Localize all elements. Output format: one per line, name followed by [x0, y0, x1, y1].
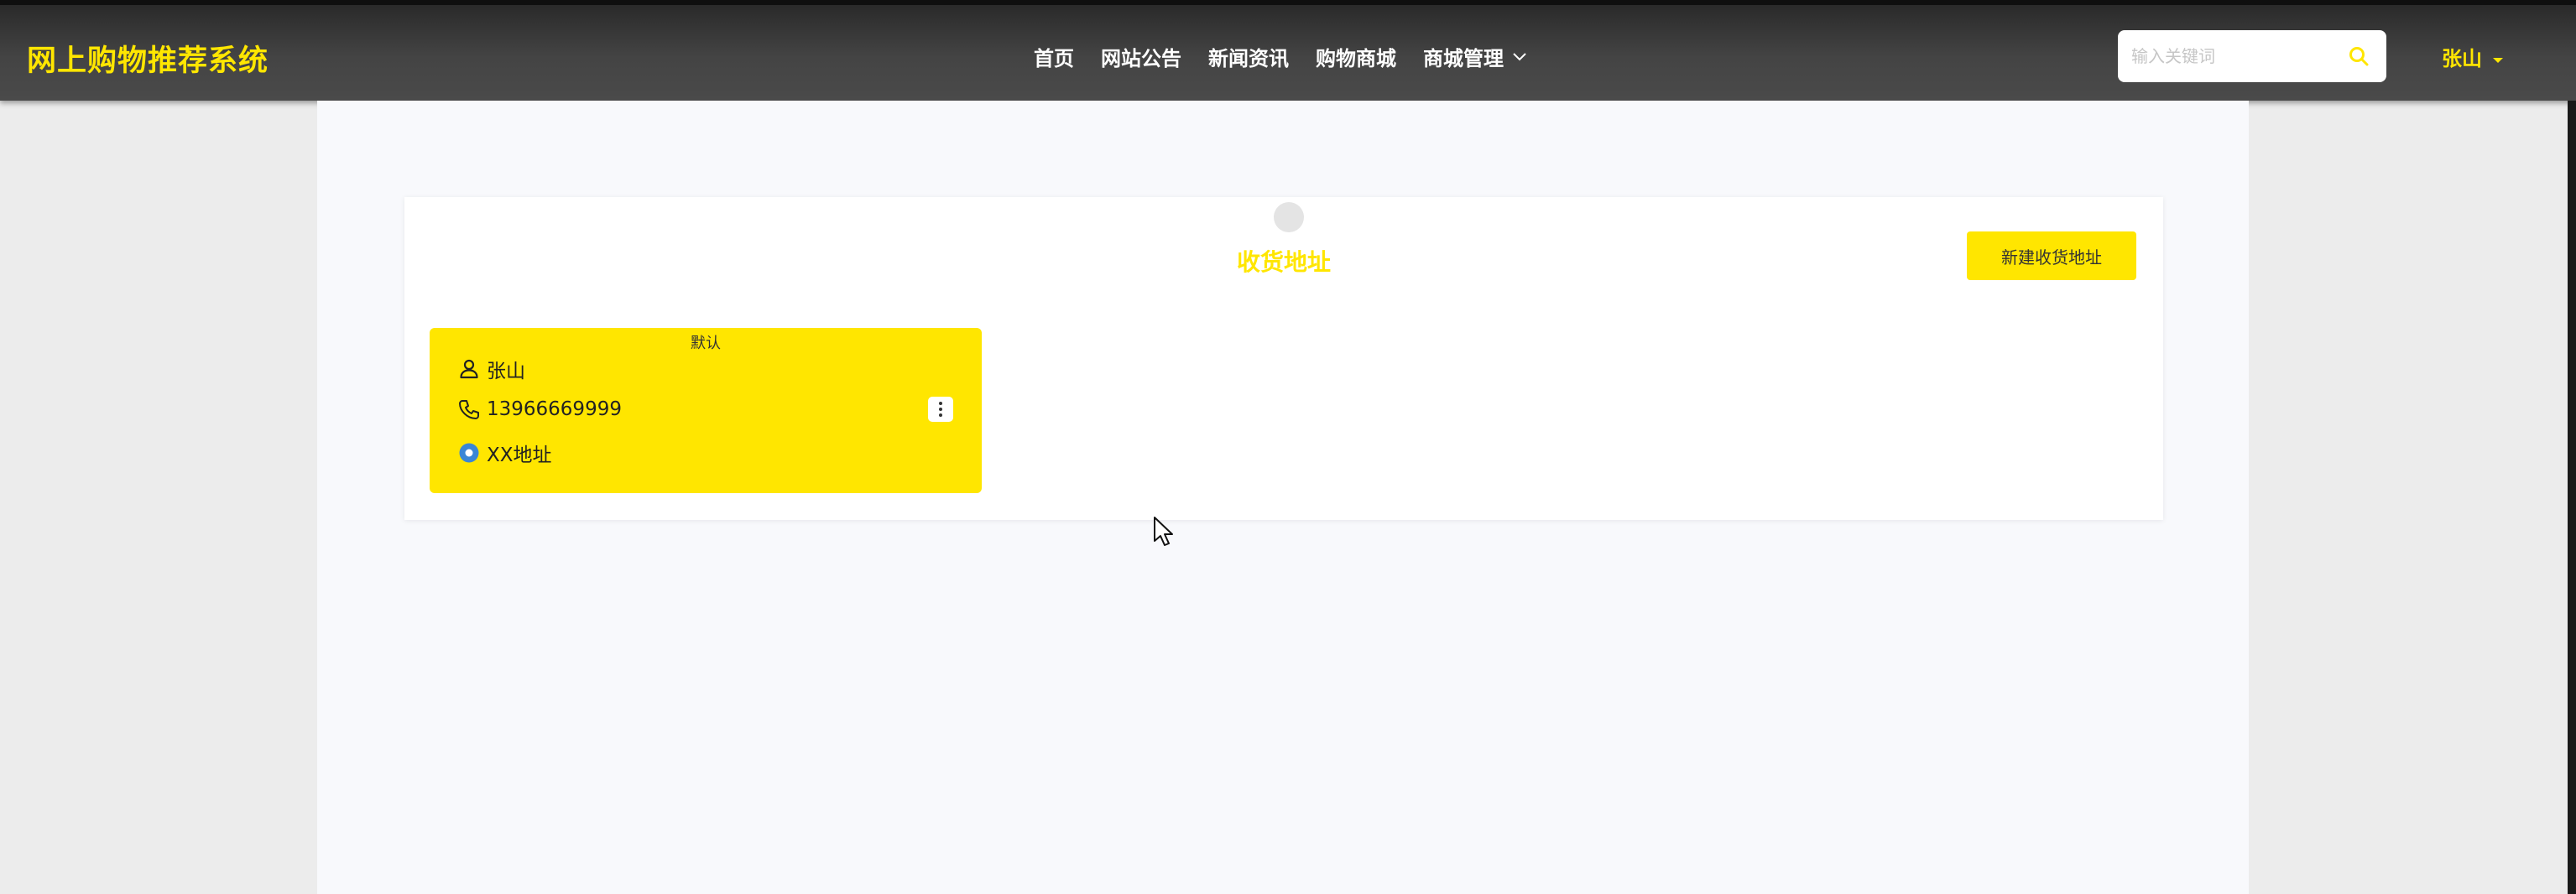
nav-news[interactable]: 新闻资讯	[1208, 42, 1289, 71]
more-vertical-icon[interactable]	[928, 397, 953, 422]
main-content: 收货地址 新建收货地址 默认 张山 13966669999 XX地址	[317, 101, 2249, 894]
site-brand[interactable]: 网上购物推荐系统	[27, 37, 269, 80]
user-menu[interactable]: 张山	[2442, 42, 2504, 71]
nav-news-label: 新闻资讯	[1208, 47, 1289, 70]
caret-down-icon	[2492, 45, 2504, 69]
new-address-button[interactable]: 新建收货地址	[1967, 231, 2136, 280]
scrollbar[interactable]	[2568, 101, 2576, 894]
default-badge: 默认	[691, 335, 721, 352]
chevron-down-icon	[1512, 52, 1527, 62]
phone-icon	[456, 397, 482, 422]
address-location-row: XX地址	[456, 439, 552, 467]
nav-shop-management-label: 商城管理	[1423, 47, 1504, 70]
recipient-phone: 13966669999	[487, 398, 622, 420]
location-icon	[456, 440, 482, 465]
nav-announcements[interactable]: 网站公告	[1101, 42, 1181, 71]
address-card[interactable]: 默认 张山 13966669999 XX地址	[430, 328, 982, 493]
nav-shop-management[interactable]: 商城管理	[1423, 42, 1527, 71]
page-title: 收货地址	[1236, 248, 1331, 276]
address-phone-row: 13966669999	[456, 397, 622, 422]
nav-shop[interactable]: 购物商城	[1316, 42, 1396, 71]
search-input[interactable]	[2131, 46, 2333, 66]
recipient-name: 张山	[487, 361, 525, 382]
top-navigation-bar: 网上购物推荐系统 首页 网站公告 新闻资讯 购物商城 商城管理 张山	[0, 0, 2576, 101]
person-icon	[456, 356, 482, 382]
nav-home[interactable]: 首页	[1034, 42, 1074, 71]
mouse-cursor-icon	[1154, 517, 1173, 546]
search-box	[2118, 30, 2386, 82]
avatar	[1274, 202, 1304, 232]
recipient-address: XX地址	[487, 444, 552, 466]
user-name: 张山	[2442, 47, 2482, 70]
nav-announcements-label: 网站公告	[1101, 47, 1181, 70]
nav-home-label: 首页	[1034, 47, 1074, 70]
address-name-row: 张山	[456, 355, 525, 383]
app-window: 网上购物推荐系统 首页 网站公告 新闻资讯 购物商城 商城管理 张山	[0, 0, 2576, 894]
main-nav: 首页 网站公告 新闻资讯 购物商城 商城管理	[1034, 42, 1554, 71]
address-panel: 收货地址 新建收货地址 默认 张山 13966669999 XX地址	[404, 197, 2163, 520]
search-icon[interactable]	[2348, 45, 2370, 70]
nav-shop-label: 购物商城	[1316, 47, 1396, 70]
